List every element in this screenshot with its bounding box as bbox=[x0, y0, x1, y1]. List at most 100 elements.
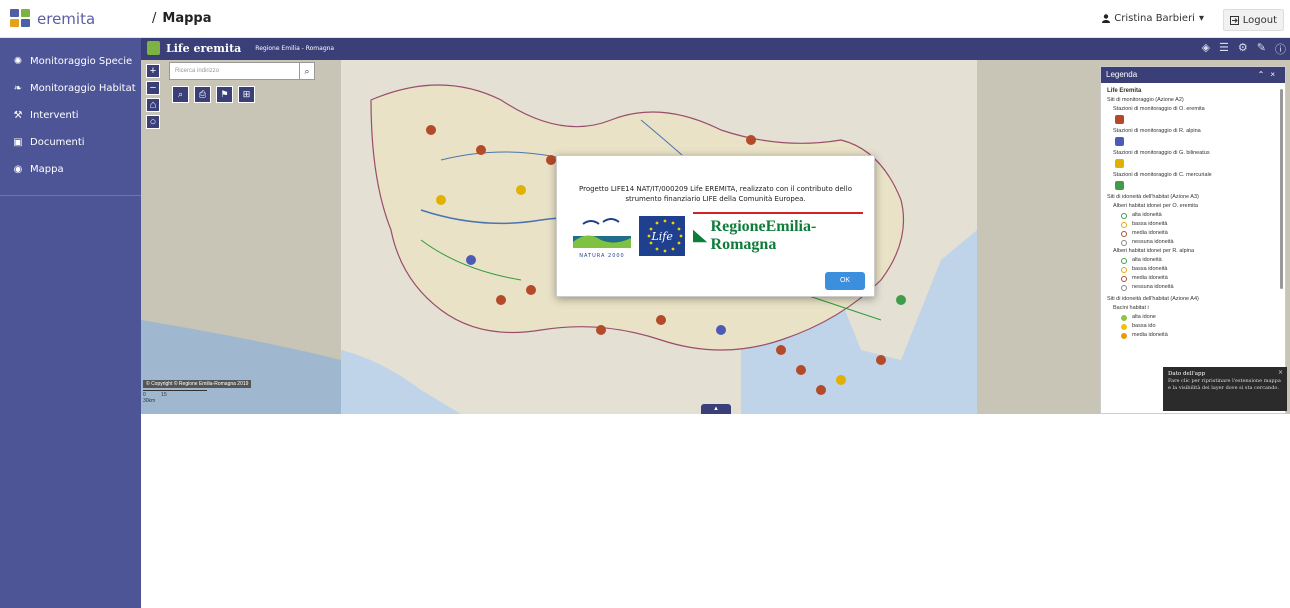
map-marker-icon: ◉ bbox=[13, 164, 23, 175]
legend-header: Legenda ⌃× bbox=[1101, 67, 1285, 83]
life-logo: Life bbox=[639, 216, 686, 256]
suitability-dot-icon bbox=[1121, 239, 1127, 246]
legend-item-label: nessuna idoneità bbox=[1132, 239, 1174, 245]
settings-icon[interactable]: ⚙ bbox=[1238, 41, 1248, 57]
map-brand: Life eremita Regione Emilia - Romagna bbox=[147, 41, 334, 55]
wrench-icon: ⚒ bbox=[13, 110, 23, 121]
legend-item: Stazioni di monitoraggio di C. mercurial… bbox=[1113, 172, 1212, 178]
info-dialog: Progetto LIFE14 NAT/IT/000209 Life EREMI… bbox=[556, 155, 875, 297]
legend-item-label: media idoneità bbox=[1132, 275, 1168, 281]
leaf-icon: ❧ bbox=[13, 83, 23, 94]
pencil-icon[interactable]: ✎ bbox=[1257, 41, 1266, 57]
address-search-input[interactable]: Ricerca indirizzo bbox=[169, 62, 301, 80]
suitability-dot-icon bbox=[1121, 221, 1127, 228]
scale-label: 15 bbox=[161, 392, 167, 398]
sidebar-item-label: Monitoraggio Habitat bbox=[30, 83, 136, 94]
legend-item: alta idoneità bbox=[1107, 256, 1279, 265]
copyright-label: © Copyright © Regione Emilia-Romagna 201… bbox=[143, 380, 252, 388]
legend-item: nessuna idoneità bbox=[1107, 283, 1279, 292]
cm-station-symbol-icon bbox=[1115, 181, 1124, 190]
legend-item: Stazioni di monitoraggio di O. eremita bbox=[1113, 106, 1205, 112]
zoom-controls: + − ⌂ ○ bbox=[146, 64, 160, 132]
map-tool-buttons: ⌕ ⎙ ⚑ ⊞ bbox=[172, 86, 255, 103]
document-icon: ▣ bbox=[13, 137, 23, 148]
logo-mark-icon bbox=[10, 9, 32, 29]
legend-item: media idoneità bbox=[1107, 274, 1279, 283]
legend-item-label: bassa ido bbox=[1132, 323, 1156, 329]
sidebar-item-label: Monitoraggio Specie bbox=[30, 56, 133, 67]
sidebar-item-mappa[interactable]: ◉ Mappa bbox=[0, 156, 141, 183]
basin-dot-icon bbox=[1121, 314, 1127, 321]
map-header: Life eremita Regione Emilia - Romagna ◈ … bbox=[141, 38, 1290, 60]
map-app-title: Life eremita bbox=[166, 41, 242, 55]
tooltip-title: Dato dell'app bbox=[1168, 371, 1206, 377]
legend-list-icon[interactable]: ☰ bbox=[1219, 41, 1229, 57]
legend-item: Stazioni di monitoraggio di R. alpina bbox=[1113, 128, 1201, 134]
map-toolbar: ◈ ☰ ⚙ ✎ ⓘ bbox=[1202, 41, 1286, 57]
regione-emilia-romagna-logo: RegioneEmilia-Romagna bbox=[693, 212, 863, 254]
life-label: Life bbox=[651, 229, 673, 243]
sidebar-item-label: Interventi bbox=[30, 110, 79, 121]
sidebar-item-interventi[interactable]: ⚒ Interventi bbox=[0, 102, 141, 129]
scale-bar: 0 15 30km bbox=[143, 390, 207, 404]
info-icon[interactable]: ⓘ bbox=[1275, 41, 1286, 57]
print-icon[interactable]: ⎙ bbox=[194, 86, 211, 103]
legend-item-label: bassa idoneità bbox=[1132, 221, 1168, 227]
zoom-out-button[interactable]: − bbox=[146, 81, 160, 95]
suitability-dot-icon bbox=[1121, 230, 1127, 237]
ok-button[interactable]: OK bbox=[825, 272, 865, 290]
legend-subgroup: Bacini habitat i bbox=[1113, 305, 1149, 311]
user-menu[interactable]: Cristina Barbieri ▾ bbox=[1102, 13, 1204, 24]
legend-section: Siti di idoneità dell'habitat (Azione A3… bbox=[1107, 194, 1199, 200]
partner-logos: NATURA 2000 Life RegioneEmilia-Romagna bbox=[573, 212, 863, 259]
suitability-dot-icon bbox=[1121, 212, 1127, 219]
measure-icon[interactable]: ⚑ bbox=[216, 86, 233, 103]
suitability-dot-icon bbox=[1121, 257, 1127, 264]
legend-section: Siti di idoneità dell'habitat (Azione A4… bbox=[1107, 296, 1199, 302]
bug-icon: ✺ bbox=[13, 56, 23, 67]
legend-item: bassa ido bbox=[1107, 322, 1279, 331]
top-header: eremita / Mappa Cristina Barbieri ▾ Logou… bbox=[0, 0, 1290, 38]
page-title: Mappa bbox=[162, 11, 212, 26]
basin-dot-icon bbox=[1121, 332, 1127, 339]
legend-scrollbar[interactable] bbox=[1280, 89, 1283, 289]
legend-item-label: alta idoneità bbox=[1132, 212, 1162, 218]
beetle-logo-icon bbox=[147, 41, 160, 55]
ra-station-symbol-icon bbox=[1115, 137, 1124, 146]
sidebar: ✺ Monitoraggio Specie ❧ Monitoraggio Hab… bbox=[0, 38, 141, 608]
legend-item-label: media idoneità bbox=[1132, 230, 1168, 236]
zoom-in-button[interactable]: + bbox=[146, 64, 160, 78]
sidebar-nav: ✺ Monitoraggio Specie ❧ Monitoraggio Hab… bbox=[0, 38, 141, 196]
tooltip-text: Fare clic per ripristinare l'estensione … bbox=[1168, 378, 1281, 391]
collapse-icon[interactable]: ⌃ bbox=[1258, 70, 1271, 79]
zoom-search-icon[interactable]: ⌕ bbox=[172, 86, 189, 103]
legend-item: bassa idoneità bbox=[1107, 265, 1279, 274]
oe-station-symbol-icon bbox=[1115, 115, 1124, 124]
search-icon[interactable]: ⌕ bbox=[299, 62, 315, 80]
legend-item: alta idoneità bbox=[1107, 211, 1279, 220]
close-icon[interactable]: × bbox=[1270, 70, 1281, 79]
locate-button[interactable]: ○ bbox=[146, 115, 160, 129]
logout-button[interactable]: Logout bbox=[1222, 9, 1284, 31]
scale-label: 30km bbox=[143, 398, 156, 404]
bottom-panel-toggle[interactable]: ▲ bbox=[701, 404, 731, 414]
sidebar-item-documenti[interactable]: ▣ Documenti bbox=[0, 129, 141, 156]
legend-item-label: alta idone bbox=[1132, 314, 1156, 320]
breadcrumb-separator: / bbox=[152, 11, 157, 26]
basin-dot-icon bbox=[1121, 323, 1127, 330]
home-button[interactable]: ⌂ bbox=[146, 98, 160, 112]
legend-item-label: alta idoneità bbox=[1132, 257, 1162, 263]
frame-icon[interactable]: ⊞ bbox=[238, 86, 255, 103]
app-logo[interactable]: eremita bbox=[10, 7, 130, 31]
app-root: eremita / Mappa Cristina Barbieri ▾ Logou… bbox=[0, 0, 1290, 608]
gb-station-symbol-icon bbox=[1115, 159, 1124, 168]
layers-icon[interactable]: ◈ bbox=[1202, 41, 1210, 57]
sidebar-item-monitoraggio-habitat[interactable]: ❧ Monitoraggio Habitat bbox=[0, 75, 141, 102]
natura-2000-mark-icon bbox=[573, 218, 631, 248]
close-icon[interactable]: × bbox=[1278, 369, 1283, 376]
sidebar-item-monitoraggio-specie[interactable]: ✺ Monitoraggio Specie bbox=[0, 48, 141, 75]
regione-flag-icon bbox=[693, 229, 708, 243]
tooltip: Dato dell'app Fare clic per ripristinare… bbox=[1163, 367, 1287, 411]
legend-item: Stazioni di monitoraggio di G. bilineatu… bbox=[1113, 150, 1210, 156]
sidebar-item-label: Documenti bbox=[30, 137, 85, 148]
